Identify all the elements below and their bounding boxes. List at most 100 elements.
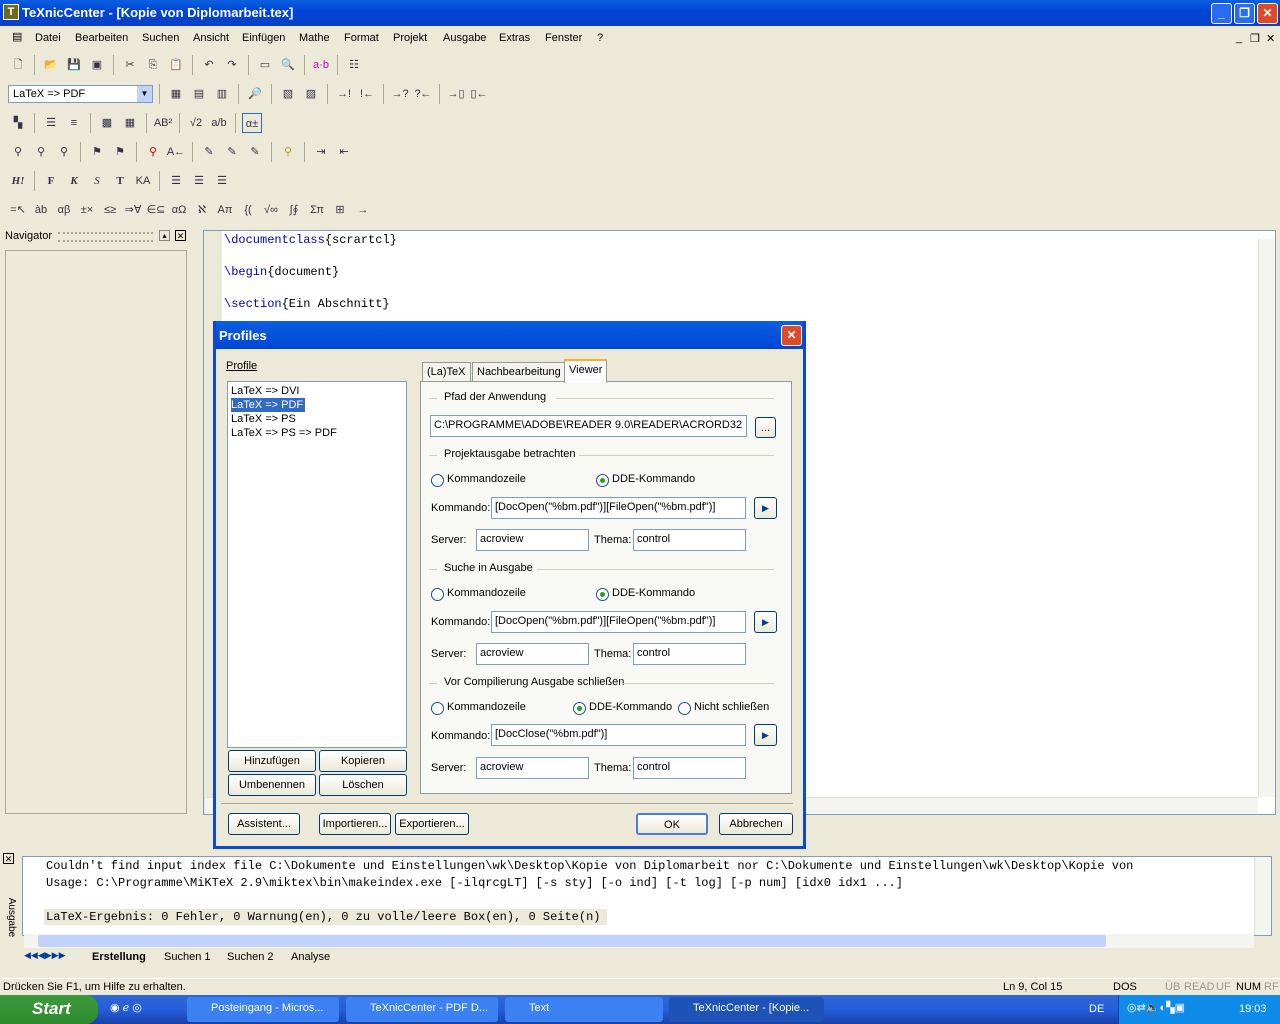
search-thema-input[interactable]: control xyxy=(633,643,746,665)
find-in-files-icon[interactable]: ⚲ xyxy=(143,142,163,162)
makeindex-icon[interactable]: ▨ xyxy=(301,84,321,104)
find-icon[interactable]: ⚲ xyxy=(8,142,28,162)
math-func-icon[interactable]: ℵ xyxy=(192,200,212,220)
menu-ausgabe[interactable]: Ausgabe xyxy=(443,32,486,44)
caps-button[interactable]: KA xyxy=(133,171,153,191)
view-thema-input[interactable]: control xyxy=(633,529,746,551)
delete-button[interactable]: Löschen xyxy=(319,774,407,796)
cancel-button[interactable]: Abbrechen xyxy=(719,813,793,835)
find-prev-icon[interactable]: ⚲ xyxy=(54,142,74,162)
close-noclose-radio[interactable] xyxy=(678,702,691,715)
undo-icon[interactable]: ↶ xyxy=(199,55,219,75)
sqrt-icon[interactable]: √2 xyxy=(186,113,206,133)
profile-item[interactable]: LaTeX => PS => PDF xyxy=(231,426,403,440)
indent-icon[interactable]: ⇥ xyxy=(311,142,331,162)
stop-build-icon[interactable]: ▥ xyxy=(212,84,232,104)
browse-button[interactable]: ... xyxy=(755,417,776,438)
new-file-icon[interactable]: 🗋 xyxy=(8,55,28,75)
output-tab-nav-buttons[interactable]: ◀◀◀▶▶▶ xyxy=(24,950,84,964)
enumerate-icon[interactable]: ≡ xyxy=(64,113,84,133)
close-command-arrow-button[interactable]: ▶ xyxy=(754,724,777,746)
next-badbox-icon[interactable]: →▯ xyxy=(446,84,466,104)
build-all-icon[interactable]: ▤ xyxy=(189,84,209,104)
math-root-icon[interactable]: √∞ xyxy=(261,200,281,220)
menu-mathe[interactable]: Mathe xyxy=(299,32,330,44)
math-op-icon[interactable]: =↖ xyxy=(8,200,28,220)
build-icon[interactable]: ▦ xyxy=(166,84,186,104)
close-button[interactable]: ✕ xyxy=(1257,3,1278,24)
navigator-tree[interactable] xyxy=(5,250,187,814)
language-indicator[interactable]: DE xyxy=(1089,1003,1104,1015)
tray-icons[interactable]: ◎⇄🔈◐▚▣ xyxy=(1127,1001,1185,1014)
close-cmdline-radio[interactable] xyxy=(431,702,444,715)
output-horizontal-scrollbar[interactable] xyxy=(24,934,1254,948)
output-tab-suchen1[interactable]: Suchen 1 xyxy=(164,951,210,963)
menu-help[interactable]: ? xyxy=(597,32,603,44)
profile-item-selected[interactable]: LaTeX => PDF xyxy=(231,398,306,412)
chevron-down-icon[interactable]: ▼ xyxy=(137,86,152,102)
next-error-icon[interactable]: →! xyxy=(334,84,354,104)
tab-nachbearbeitung[interactable]: Nachbearbeitung xyxy=(472,362,566,382)
save-icon[interactable]: 💾 xyxy=(64,55,84,75)
prev-warning-icon[interactable]: ?← xyxy=(413,84,433,104)
insert-table-icon[interactable]: ▦ xyxy=(120,113,140,133)
fraction-icon[interactable]: a/b xyxy=(209,113,229,133)
ok-button[interactable]: OK xyxy=(636,813,708,835)
open-icon[interactable]: 📂 xyxy=(41,55,61,75)
typewriter-button[interactable]: T xyxy=(110,171,130,191)
math-int-icon[interactable]: ∫∮ xyxy=(284,200,304,220)
insert-structure-icon[interactable]: ▚ xyxy=(8,113,28,133)
view-output-icon[interactable]: 🔎 xyxy=(245,84,265,104)
mark3-icon[interactable]: ✎ xyxy=(245,142,265,162)
close-server-input[interactable]: acroview xyxy=(476,757,589,779)
math-more-icon[interactable]: → xyxy=(353,200,373,220)
prev-error-icon[interactable]: !← xyxy=(357,84,377,104)
view-dde-radio[interactable] xyxy=(596,474,609,487)
align-right-icon[interactable]: ☰ xyxy=(212,171,232,191)
mdi-minimize-button[interactable]: _ xyxy=(1236,32,1242,44)
math-accent-icon[interactable]: àb xyxy=(31,200,51,220)
structure-icon[interactable]: ☷ xyxy=(344,55,364,75)
heading-button[interactable]: H! xyxy=(8,171,28,191)
menu-fenster[interactable]: Fenster xyxy=(545,32,582,44)
cut-icon[interactable]: ✂ xyxy=(120,55,140,75)
close-dde-radio[interactable] xyxy=(573,702,586,715)
insert-figure-icon[interactable]: ▩ xyxy=(97,113,117,133)
outdent-icon[interactable]: ⇤ xyxy=(334,142,354,162)
start-button[interactable]: Start xyxy=(0,995,98,1024)
view-cmdline-radio[interactable] xyxy=(431,474,444,487)
prev-badbox-icon[interactable]: ▯← xyxy=(469,84,489,104)
search-command-input[interactable]: [DocOpen("%bm.pdf")][FileOpen("%bm.pdf")… xyxy=(491,611,746,633)
profile-item[interactable]: LaTeX => DVI xyxy=(231,384,403,398)
output-close-button[interactable]: ✕ xyxy=(3,853,14,864)
math-sum-icon[interactable]: Σπ xyxy=(307,200,327,220)
math-symbols-icon[interactable]: α± xyxy=(242,113,262,133)
mark2-icon[interactable]: ✎ xyxy=(222,142,242,162)
menu-suchen[interactable]: Suchen xyxy=(142,32,179,44)
output-tab-erstellung[interactable]: Erstellung xyxy=(92,951,146,963)
tab-latex[interactable]: (La)TeX xyxy=(422,362,471,382)
editor-vertical-scrollbar[interactable] xyxy=(1258,239,1275,797)
math-cap-icon[interactable]: Aπ xyxy=(215,200,235,220)
window-icon[interactable]: ▭ xyxy=(255,55,275,75)
maximize-button[interactable]: ❐ xyxy=(1234,3,1255,24)
italic-button[interactable]: K xyxy=(64,171,84,191)
math-misc-icon[interactable]: ∈⊆ xyxy=(146,200,166,220)
redo-icon[interactable]: ↷ xyxy=(222,55,242,75)
align-left-icon[interactable]: ☰ xyxy=(166,171,186,191)
close-thema-input[interactable]: control xyxy=(633,757,746,779)
save-all-icon[interactable]: ▣ xyxy=(87,55,107,75)
menu-extras[interactable]: Extras xyxy=(499,32,530,44)
search-dde-radio[interactable] xyxy=(596,588,609,601)
rename-button[interactable]: Umbenennen xyxy=(228,774,316,796)
task-texniccenter-active[interactable]: TeXnicCenter - [Kopie... xyxy=(669,997,824,1022)
output-tab-analyse[interactable]: Analyse xyxy=(291,951,330,963)
search-doc-icon[interactable]: 🔍 xyxy=(278,55,298,75)
navigator-collapse-button[interactable]: ▴ xyxy=(159,230,170,241)
profile-list[interactable]: LaTeX => DVI LaTeX => PDF LaTeX => PS La… xyxy=(227,381,407,748)
bookmark-next-icon[interactable]: ⚑ xyxy=(110,142,130,162)
copy-icon[interactable]: ⎘ xyxy=(143,55,163,75)
profile-combo[interactable]: LaTeX => PDF ▼ xyxy=(8,85,153,103)
view-server-input[interactable]: acroview xyxy=(476,529,589,551)
close-command-input[interactable]: [DocClose("%bm.pdf")] xyxy=(491,724,746,746)
